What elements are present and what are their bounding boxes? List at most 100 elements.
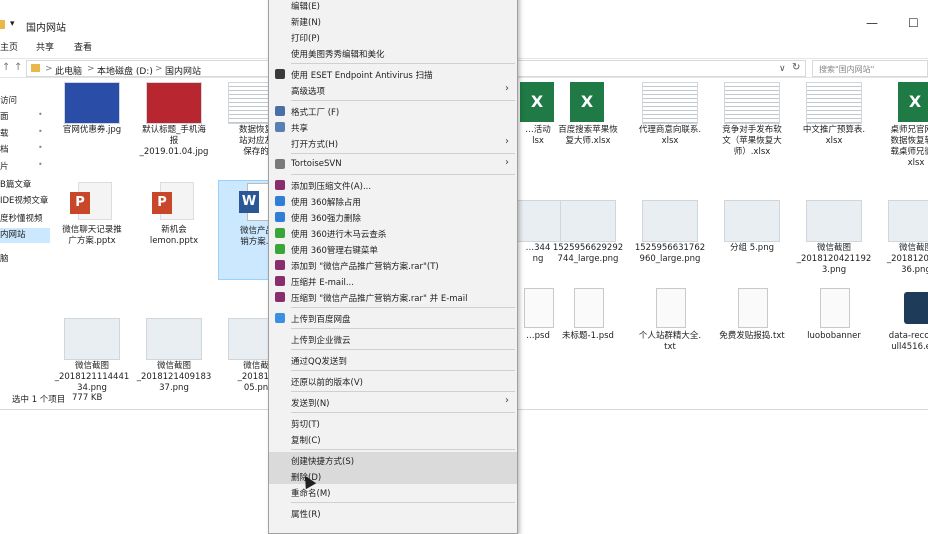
file-item[interactable]: 中文推广预算表. xlsx [796, 80, 872, 180]
nav-item[interactable]: 度秒懂视频 [0, 212, 50, 227]
menu-item[interactable]: TortoiseSVN › [269, 156, 517, 172]
nav-item-label: 片 [0, 162, 9, 172]
folder-icon [31, 64, 40, 72]
file-item[interactable]: X 百度搜索苹果恢 复大师.xlsx [550, 80, 626, 180]
nav-item[interactable]: B篇文章 [0, 178, 50, 193]
document-icon [806, 288, 862, 330]
image-thumbnail [888, 200, 928, 242]
menu-item[interactable]: 还原以前的版本(V) [269, 373, 517, 389]
menu-item[interactable]: 格式工厂 (F) [269, 103, 517, 119]
menu-item-label: 压缩到 "微信产品推广营销方案.rar" 并 E-mail [291, 294, 468, 304]
menu-item-icon [275, 159, 285, 169]
breadcrumb-folder[interactable]: 国内网站 [165, 64, 201, 77]
nav-item-label: 内网站 [0, 230, 26, 240]
tab-share[interactable]: 共享 [36, 40, 54, 53]
menu-item[interactable]: 共享 [269, 119, 517, 135]
menu-item[interactable]: 复制(C) [269, 431, 517, 447]
menu-item[interactable]: 压缩并 E-mail... [269, 273, 517, 289]
tab-view[interactable]: 查看 [74, 40, 92, 53]
file-item[interactable]: 默认标题_手机海 报 _2019.01.04.jpg [136, 80, 212, 180]
menu-item[interactable]: 打印(P) [269, 29, 517, 45]
menu-item[interactable]: 使用 360强力删除 [269, 209, 517, 225]
file-item[interactable]: data-recover ull4516.exe [878, 286, 928, 386]
file-item[interactable]: P 新机会 lemon.pptx [136, 180, 212, 280]
menu-item-label: 添加到 "微信产品推广营销方案.rar"(T) [291, 262, 439, 272]
quick-access-dropdown[interactable]: ▾ [10, 19, 15, 29]
file-name: 1525956631762 960_large.png [634, 243, 706, 264]
nav-item[interactable]: 载 • [0, 127, 50, 142]
menu-item-icon [275, 228, 285, 238]
image-thumbnail [724, 82, 780, 124]
file-item[interactable]: 1525956631762 960_large.png [632, 198, 708, 298]
file-item[interactable]: 代理商意向联系. xlsx [632, 80, 708, 180]
menu-item[interactable]: 使用 360管理右键菜单 [269, 241, 517, 257]
nav-item[interactable]: IDE视频文章 [0, 194, 50, 209]
nav-item[interactable]: 片 • [0, 160, 50, 175]
minimize-button[interactable]: — [866, 16, 878, 30]
maximize-button[interactable]: ☐ [908, 16, 919, 30]
menu-item[interactable]: 上传到百度网盘 [269, 310, 517, 326]
menu-item-label: 打印(P) [291, 34, 320, 44]
file-name: 未标题-1.psd [562, 331, 614, 341]
nav-item-label: B篇文章 [0, 180, 32, 190]
file-item[interactable]: 微信截图 _2018120421192 3.png [796, 198, 872, 298]
menu-item[interactable]: 通过QQ发送到 [269, 352, 517, 368]
menu-item[interactable]: 编辑(E) [269, 0, 517, 13]
image-thumbnail [64, 318, 120, 360]
menu-item-icon [275, 212, 285, 222]
nav-item[interactable]: 脑 [0, 252, 50, 267]
menu-item[interactable]: 使用 ESET Endpoint Antivirus 扫描 [269, 66, 517, 82]
menu-item-label: 上传到百度网盘 [291, 315, 351, 325]
file-item[interactable]: 免费发贴报捣.txt [714, 286, 790, 386]
menu-item[interactable]: 压缩到 "微信产品推广营销方案.rar" 并 E-mail [269, 289, 517, 305]
menu-separator [291, 328, 515, 329]
menu-item[interactable]: 创建快捷方式(S) [269, 452, 517, 468]
breadcrumb-this-pc[interactable]: 此电脑 [55, 64, 82, 77]
menu-item[interactable]: 属性(R) [269, 505, 517, 521]
file-item[interactable]: 竞争对手发布软 文（苹果恢复大 师）.xlsx [714, 80, 790, 180]
file-item[interactable]: 1525956629292 744_large.png [550, 198, 626, 298]
nav-item[interactable]: 档 • [0, 143, 50, 158]
file-item[interactable]: 微信截图 _2018120421 36.png [878, 198, 928, 298]
search-input[interactable]: 搜索"国内网站" [812, 60, 928, 77]
file-name: luobobanner [807, 331, 861, 341]
file-item[interactable]: 未标题-1.psd [550, 286, 626, 386]
tab-home[interactable]: 主页 [0, 40, 18, 53]
menu-item[interactable]: 新建(N) [269, 13, 517, 29]
nav-item[interactable]: 访问 [0, 94, 50, 109]
breadcrumb-disk-d[interactable]: 本地磁盘 (D:) [97, 64, 153, 77]
nav-item[interactable]: 面 • [0, 110, 50, 125]
file-item[interactable]: luobobanner [796, 286, 872, 386]
nav-item[interactable]: 内网站 [0, 228, 50, 243]
menu-item[interactable]: 使用美图秀秀编辑和美化 [269, 45, 517, 61]
menu-item[interactable]: 使用 360进行木马云查杀 [269, 225, 517, 241]
refresh-icon[interactable]: ↻ [792, 62, 800, 73]
menu-item-icon [275, 292, 285, 302]
menu-item[interactable]: 打开方式(H) › [269, 135, 517, 151]
submenu-arrow-icon: › [505, 83, 509, 94]
menu-item-label: 创建快捷方式(S) [291, 457, 355, 467]
file-item[interactable]: 分组 5.png [714, 198, 790, 298]
menu-item[interactable]: 添加到 "微信产品推广营销方案.rar"(T) [269, 257, 517, 273]
menu-item[interactable]: 高级选项 › [269, 82, 517, 98]
menu-separator [291, 412, 515, 413]
file-item[interactable]: 官网优惠券.jpg [54, 80, 130, 180]
menu-item[interactable]: 发送到(N) › [269, 394, 517, 410]
document-icon [560, 288, 616, 330]
file-item[interactable]: 个人站群精大全. txt [632, 286, 708, 386]
menu-item[interactable]: 上传到企业微云 [269, 331, 517, 347]
up-level-icon[interactable]: ↑ [14, 62, 22, 73]
menu-item[interactable]: 使用 360解除占用 [269, 193, 517, 209]
excel-icon: X [560, 82, 616, 124]
file-item[interactable]: X桌师兄官网安 数据恢复软件 载桌师兄微信 xlsx [878, 80, 928, 180]
menu-separator [291, 307, 515, 308]
file-name: 默认标题_手机海 报 _2019.01.04.jpg [139, 125, 209, 157]
menu-item-label: 还原以前的版本(V) [291, 378, 363, 388]
menu-item-label: 使用 360解除占用 [291, 198, 361, 208]
file-item[interactable]: P 微信聊天记录推 广方案.pptx [54, 180, 130, 280]
menu-item[interactable]: 添加到压缩文件(A)... [269, 177, 517, 193]
up-arrow-icon[interactable]: ↑ [2, 62, 10, 73]
file-name: 代理商意向联系. xlsx [638, 125, 702, 146]
address-dropdown-icon[interactable]: ∨ [779, 64, 786, 74]
menu-item[interactable]: 剪切(T) [269, 415, 517, 431]
